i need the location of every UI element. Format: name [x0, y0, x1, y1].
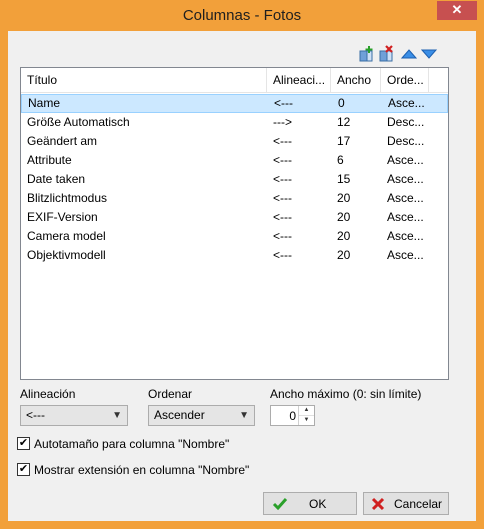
cell-width: 20 [337, 191, 351, 205]
cell-width: 17 [337, 134, 351, 148]
chevron-down-icon: ▼ [112, 410, 122, 421]
move-up-icon[interactable] [400, 45, 418, 63]
autosize-label[interactable]: Autotamaño para columna "Nombre" [34, 437, 229, 451]
cell-order: Desc... [387, 115, 425, 129]
max-width-label: Ancho máximo (0: sin límite) [270, 387, 422, 401]
cell-width: 20 [337, 248, 351, 262]
alignment-label: Alineación [20, 387, 76, 401]
title-bar[interactable]: Columnas - Fotos ✕ [0, 0, 484, 30]
remove-column-icon[interactable] [378, 45, 396, 63]
cell-alignment: <--- [273, 172, 292, 186]
list-item[interactable]: Geändert am <--- 17 Desc... [21, 132, 448, 151]
stepper-down-icon[interactable]: ▼ [299, 416, 314, 425]
checkmark-icon: ✔ [18, 463, 29, 475]
cell-alignment: <--- [273, 191, 292, 205]
move-down-icon[interactable] [420, 45, 438, 63]
autosize-checkbox[interactable]: ✔ [17, 437, 30, 450]
cell-width: 15 [337, 172, 351, 186]
window-title: Columnas - Fotos [182, 7, 302, 24]
cell-title: Camera model [27, 229, 106, 243]
list-header: Título Alineaci... Ancho Orde... [21, 68, 448, 93]
cell-alignment: <--- [273, 153, 292, 167]
order-select[interactable]: Ascender ▼ [148, 405, 255, 426]
cell-alignment: <--- [273, 134, 292, 148]
header-width[interactable]: Ancho [331, 68, 381, 92]
order-value: Ascender [154, 408, 205, 422]
cell-width: 20 [337, 210, 351, 224]
cancel-label: Cancelar [394, 497, 443, 511]
cancel-button[interactable]: Cancelar [363, 492, 449, 515]
cell-title: Größe Automatisch [27, 115, 130, 129]
stepper-up-icon[interactable]: ▲ [299, 406, 314, 416]
cell-order: Asce... [387, 172, 424, 186]
cell-order: Asce... [387, 229, 424, 243]
ok-label: OK [309, 497, 327, 511]
cell-width: 12 [337, 115, 351, 129]
list-item[interactable]: Attribute <--- 6 Asce... [21, 151, 448, 170]
cell-order: Asce... [387, 210, 424, 224]
cell-title: Objektivmodell [27, 248, 106, 262]
columns-list[interactable]: Título Alineaci... Ancho Orde... Name <-… [20, 67, 449, 380]
max-width-stepper[interactable]: 0 ▲ ▼ [270, 405, 315, 426]
list-item[interactable]: Blitzlichtmodus <--- 20 Asce... [21, 189, 448, 208]
list-item[interactable]: Größe Automatisch ---> 12 Desc... [21, 113, 448, 132]
dialog-window: Columnas - Fotos ✕ Título Alineaci... An… [0, 0, 484, 529]
list-item[interactable]: EXIF-Version <--- 20 Asce... [21, 208, 448, 227]
cell-alignment: <--- [273, 210, 292, 224]
cell-title: Date taken [27, 172, 86, 186]
cell-title: Geändert am [27, 134, 98, 148]
cell-alignment: <--- [273, 229, 292, 243]
order-label: Ordenar [148, 387, 193, 401]
add-column-icon[interactable] [358, 45, 376, 63]
alignment-value: <--- [26, 408, 45, 422]
cell-title: Attribute [27, 153, 72, 167]
dialog-client: Título Alineaci... Ancho Orde... Name <-… [8, 31, 476, 521]
checkmark-icon: ✔ [18, 437, 29, 449]
header-order[interactable]: Orde... [381, 68, 429, 92]
list-item[interactable]: Objektivmodell <--- 20 Asce... [21, 246, 448, 265]
show-extension-checkbox[interactable]: ✔ [17, 463, 30, 476]
list-item[interactable]: Date taken <--- 15 Asce... [21, 170, 448, 189]
stepper-buttons: ▲ ▼ [298, 406, 314, 425]
list-item[interactable]: Camera model <--- 20 Asce... [21, 227, 448, 246]
header-alignment[interactable]: Alineaci... [267, 68, 331, 92]
cell-order: Asce... [387, 153, 424, 167]
cell-width: 0 [338, 96, 345, 110]
cell-width: 6 [337, 153, 344, 167]
max-width-value: 0 [289, 409, 296, 423]
cell-alignment: ---> [273, 115, 292, 129]
cell-title: Name [28, 96, 61, 110]
header-title[interactable]: Título [21, 68, 267, 92]
cell-order: Asce... [388, 96, 425, 110]
chevron-down-icon: ▼ [239, 410, 249, 421]
close-icon [370, 496, 386, 515]
cell-alignment: <--- [274, 96, 293, 110]
cell-alignment: <--- [273, 248, 292, 262]
checkmark-icon [272, 496, 288, 515]
list-item[interactable]: Name <--- 0 Asce... [21, 94, 448, 113]
cell-title: EXIF-Version [27, 210, 98, 224]
alignment-select[interactable]: <--- ▼ [20, 405, 128, 426]
cell-order: Desc... [387, 134, 425, 148]
cell-order: Asce... [387, 248, 424, 262]
cell-order: Asce... [387, 191, 424, 205]
ok-button[interactable]: OK [263, 492, 357, 515]
cell-title: Blitzlichtmodus [27, 191, 108, 205]
cell-width: 20 [337, 229, 351, 243]
close-button[interactable]: ✕ [437, 1, 477, 20]
show-extension-label[interactable]: Mostrar extensión en columna "Nombre" [34, 463, 249, 477]
